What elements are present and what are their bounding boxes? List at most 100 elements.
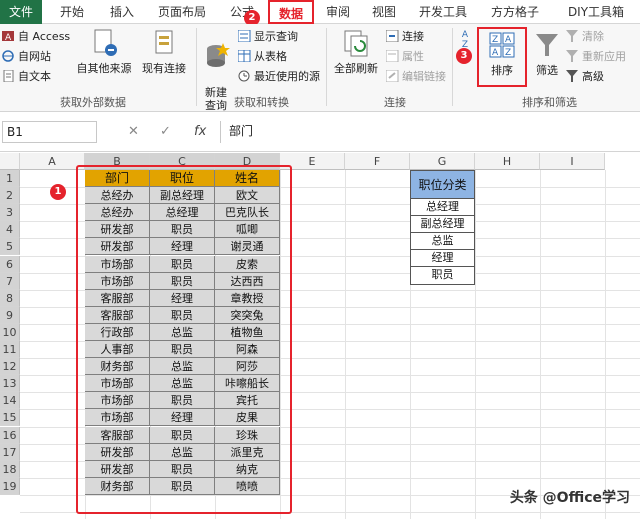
function-icon[interactable]: fx [194,124,206,139]
cancel-icon[interactable]: ✕ [128,124,139,139]
clear-filter-button[interactable]: 清除 [566,28,604,46]
from-table-button[interactable]: 从表格 [237,48,287,66]
group-label-transform: 获取和转换 [234,96,289,109]
clock-icon [238,70,251,82]
edit-links-icon [385,69,399,83]
row-header[interactable]: 8 [0,289,20,307]
text-file-icon [2,69,15,83]
other-sources-icon [89,28,119,58]
category-cell[interactable]: 副总经理 [410,216,475,234]
gridline [345,170,346,519]
column-header-h[interactable]: H [475,153,540,170]
watermark: 头条 @Office学习 [509,490,630,506]
connections-icon [385,29,399,43]
row-header[interactable]: 6 [0,255,20,273]
properties-icon [385,49,399,63]
gridline [540,170,541,519]
group-label-connections: 连接 [384,96,406,109]
from-text-button[interactable]: 自文本 [2,68,51,86]
tab-review[interactable]: 审阅 [320,0,356,24]
clear-filter-icon [566,30,579,42]
category-cell[interactable]: 总监 [410,233,475,251]
tab-file[interactable]: 文件 [0,0,42,24]
column-header-f[interactable]: F [345,153,410,170]
new-query-icon [201,41,231,71]
row-header[interactable]: 13 [0,375,20,393]
column-header-i[interactable]: I [540,153,605,170]
row-header[interactable]: 1 [0,170,20,188]
confirm-icon[interactable]: ✓ [160,124,171,139]
group-separator [326,28,327,106]
table-icon [237,49,251,63]
group-label-external: 获取外部数据 [60,96,126,109]
row-header[interactable]: 9 [0,306,20,324]
advanced-filter-button[interactable]: 高级 [566,68,604,86]
group-separator [196,28,197,106]
category-cell[interactable]: 总经理 [410,199,475,217]
recent-sources-button[interactable]: 最近使用的源 [238,68,320,86]
row-header[interactable]: 4 [0,221,20,239]
tab-data[interactable]: 数据 [268,0,314,24]
row-header[interactable]: 12 [0,358,20,376]
row-header[interactable]: 7 [0,272,20,290]
formula-input[interactable]: 部门 [220,121,638,143]
ribbon: A自 Access 自网站 自文本 自其他来源 现有连接 获取外部数据 新建 查… [0,24,640,112]
row-header[interactable]: 10 [0,323,20,341]
connections-button[interactable]: 连接 [385,28,424,46]
tab-insert[interactable]: 插入 [102,0,142,24]
filter-icon [532,30,562,60]
row-header[interactable]: 19 [0,477,20,495]
selected-range-highlight [76,165,292,514]
other-sources-button[interactable]: 自其他来源 [76,28,132,76]
refresh-icon [341,28,371,58]
tab-developer[interactable]: 开发工具 [414,0,472,24]
row-header[interactable]: 3 [0,204,20,222]
edit-links-button[interactable]: 编辑链接 [385,68,446,86]
row-header[interactable]: 17 [0,443,20,461]
row-header[interactable]: 2 [0,187,20,205]
web-icon [2,50,15,62]
advanced-filter-icon [566,70,579,82]
formula-bar: B1 ✕ ✓ fx 部门 [0,112,640,152]
new-query-button[interactable]: 新建 查询 [198,28,234,112]
show-queries-button[interactable]: 显示查询 [237,28,298,46]
existing-connections-icon [149,28,179,58]
existing-connections-button[interactable]: 现有连接 [138,28,190,76]
tab-page-layout[interactable]: 页面布局 [152,0,212,24]
row-header[interactable]: 5 [0,238,20,256]
gridline [475,170,476,519]
access-icon: A [2,30,15,43]
tab-diy-toolbox[interactable]: DIY工具箱 [556,0,636,24]
step-badge-1: 1 [50,184,66,200]
tab-home[interactable]: 开始 [52,0,92,24]
sort-az-icon: AZ [461,30,469,50]
category-header-cell[interactable]: 职位分类 [410,170,475,200]
reapply-button[interactable]: 重新应用 [566,48,626,66]
row-header[interactable]: 16 [0,426,20,444]
group-separator [452,28,453,106]
tab-view[interactable]: 视图 [366,0,402,24]
from-web-button[interactable]: 自网站 [2,48,51,66]
gridline [605,170,606,519]
from-access-button[interactable]: A自 Access [2,28,70,46]
properties-button[interactable]: 属性 [385,48,424,66]
refresh-all-button[interactable]: 全部刷新 [332,28,380,76]
filter-button[interactable]: 筛选 [530,30,564,78]
sort-button-highlight [477,27,527,87]
svg-text:A: A [5,33,12,42]
row-header[interactable]: 18 [0,460,20,478]
row-header[interactable]: 14 [0,392,20,410]
column-header-g[interactable]: G [410,153,475,170]
group-label-sort-filter: 排序和筛选 [522,96,577,109]
category-cell[interactable]: 经理 [410,250,475,268]
ribbon-tabs: 文件 开始 插入 页面布局 公式 数据 审阅 视图 开发工具 方方格子 DIY工… [0,0,640,24]
name-box[interactable]: B1 [2,121,97,143]
category-cell[interactable]: 职员 [410,267,475,285]
step-badge-3: 3 [456,48,472,64]
reapply-icon [566,50,579,62]
row-header[interactable]: 11 [0,341,20,359]
sort-az-small[interactable]: AZ [458,30,472,50]
row-header[interactable]: 15 [0,409,20,427]
tab-fangfang[interactable]: 方方格子 [484,0,546,24]
select-all-corner[interactable] [0,153,20,170]
